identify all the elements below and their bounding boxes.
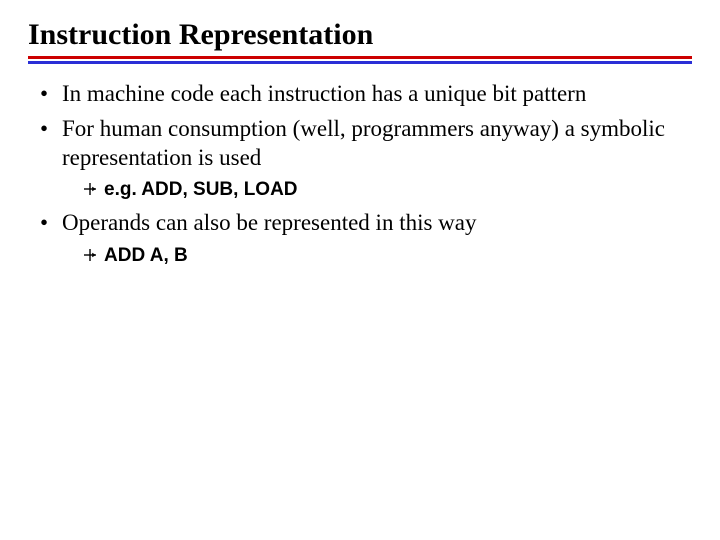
sub-item: e.g. ADD, SUB, LOAD xyxy=(82,178,684,203)
arrow-icon xyxy=(82,246,98,262)
bullet-item: Operands can also be represented in this… xyxy=(36,209,684,268)
sub-item: ADD A, B xyxy=(82,244,684,269)
bullet-item: In machine code each instruction has a u… xyxy=(36,80,684,109)
sub-list: ADD A, B xyxy=(62,244,684,269)
slide: Instruction Representation In machine co… xyxy=(0,0,720,540)
slide-title: Instruction Representation xyxy=(28,18,692,52)
bullet-item: For human consumption (well, programmers… xyxy=(36,115,684,203)
divider-blue xyxy=(28,61,692,64)
bullet-list: In machine code each instruction has a u… xyxy=(28,80,692,268)
divider-red xyxy=(28,56,692,59)
bullet-text: For human consumption (well, programmers… xyxy=(62,116,665,170)
sub-list: e.g. ADD, SUB, LOAD xyxy=(62,178,684,203)
sub-text: ADD A, B xyxy=(104,245,188,266)
sub-text: e.g. ADD, SUB, LOAD xyxy=(104,179,298,200)
arrow-icon xyxy=(82,180,98,196)
bullet-text: In machine code each instruction has a u… xyxy=(62,81,586,106)
bullet-text: Operands can also be represented in this… xyxy=(62,210,477,235)
